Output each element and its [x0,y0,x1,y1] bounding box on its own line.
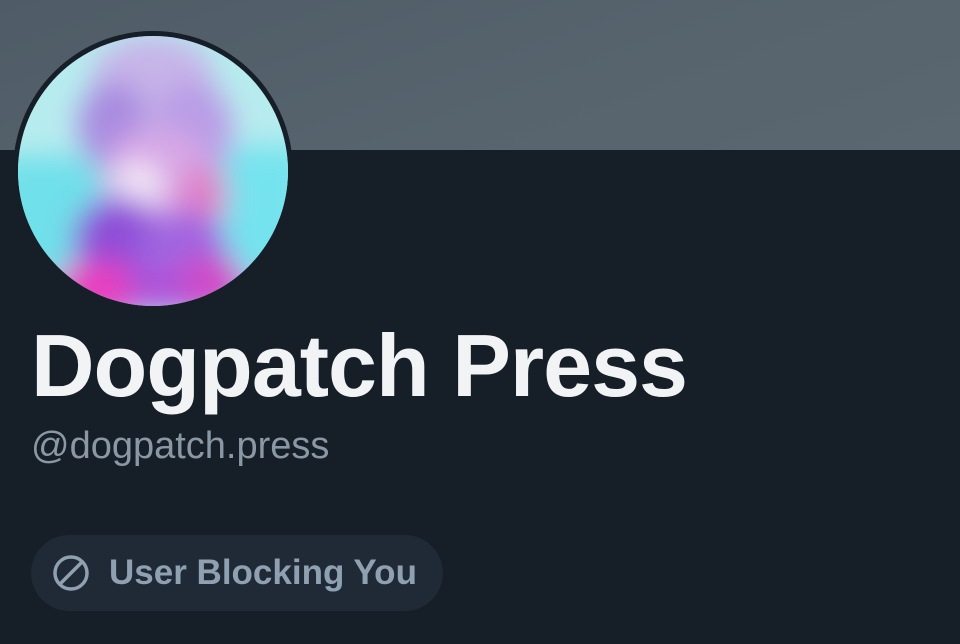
avatar[interactable] [18,36,288,306]
display-name: Dogpatch Press [31,316,688,415]
block-icon [51,553,91,593]
status-badge: User Blocking You [31,535,443,611]
profile-handle: @dogpatch.press [31,425,330,467]
status-badge-label: User Blocking You [109,553,417,592]
avatar-image [18,36,288,306]
profile-page: Dogpatch Press @dogpatch.press User Bloc… [0,0,960,644]
avatar-border [13,31,293,311]
